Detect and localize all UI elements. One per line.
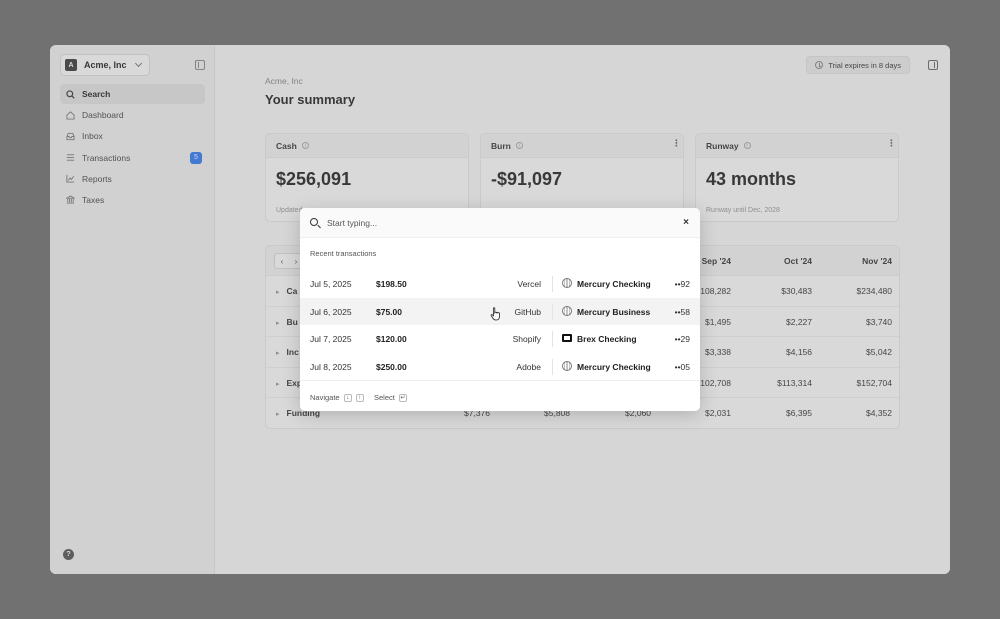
pointer-cursor-icon	[490, 307, 500, 321]
enter-key: ↵	[398, 393, 407, 402]
transaction-amount: $198.50	[376, 279, 407, 289]
hint-label: Select	[374, 393, 395, 402]
transaction-amount: $250.00	[376, 361, 407, 372]
transaction-account: Brex Checking	[577, 334, 637, 344]
transaction-merchant: GitHub	[514, 306, 541, 317]
account-mask: ••92	[674, 279, 690, 289]
brex-icon	[562, 333, 572, 343]
mercury-icon	[562, 360, 572, 371]
select-hint: Select ↵	[374, 393, 407, 402]
navigate-hint: Navigate ↓ ↑	[310, 393, 364, 402]
transaction-account: Mercury Checking	[577, 279, 651, 289]
arrow-down-key: ↓	[343, 393, 352, 402]
arrow-up-key: ↑	[355, 393, 364, 402]
divider	[552, 331, 553, 347]
account-mask: ••05	[674, 361, 690, 372]
section-label: Recent transactions	[310, 249, 377, 258]
hint-label: Navigate	[310, 393, 340, 402]
transaction-date: Jul 5, 2025	[310, 279, 352, 289]
account-mask: ••58	[674, 306, 690, 317]
divider	[552, 358, 553, 375]
account-mask: ••29	[674, 334, 690, 344]
divider	[552, 276, 553, 292]
transaction-amount: $75.00	[376, 306, 402, 317]
search-icon	[310, 218, 318, 226]
search-input[interactable]	[327, 216, 657, 230]
transaction-row[interactable]: Jul 5, 2025 $198.50 Vercel Mercury Check…	[300, 270, 700, 298]
mercury-icon	[562, 278, 572, 288]
transaction-list: Jul 5, 2025 $198.50 Vercel Mercury Check…	[300, 270, 700, 380]
transaction-merchant: Shopify	[512, 334, 541, 344]
close-icon[interactable]: ×	[683, 217, 689, 228]
transaction-amount: $120.00	[376, 334, 407, 344]
transaction-account: Mercury Checking	[577, 361, 651, 372]
transaction-row[interactable]: Jul 7, 2025 $120.00 Shopify Brex Checkin…	[300, 325, 700, 353]
divider	[552, 303, 553, 320]
transaction-merchant: Vercel	[517, 279, 541, 289]
transaction-account: Mercury Business	[577, 306, 651, 317]
transaction-date: Jul 7, 2025	[310, 334, 352, 344]
keyboard-hints: Navigate ↓ ↑ Select ↵	[300, 380, 700, 411]
transaction-date: Jul 8, 2025	[310, 361, 352, 372]
transaction-row[interactable]: Jul 8, 2025 $250.00 Adobe Mercury Checki…	[300, 353, 700, 381]
search-bar: ×	[300, 208, 700, 238]
transaction-date: Jul 6, 2025	[310, 306, 352, 317]
transaction-merchant: Adobe	[516, 361, 541, 372]
mercury-icon	[562, 305, 572, 316]
